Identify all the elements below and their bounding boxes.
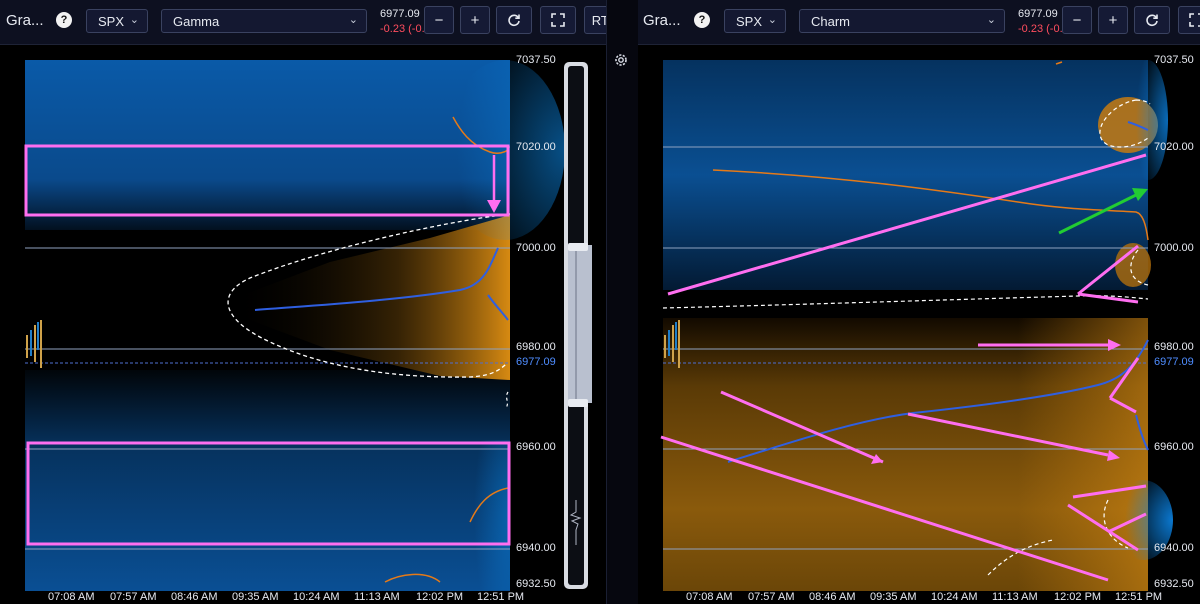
chart-toolbar: Gra... ? SPX ⌄ Gamma ⌄ 6977.09 -0.23 (-0… <box>0 0 606 45</box>
y-tick-label: 7037.50 <box>516 54 556 66</box>
x-tick-label: 09:35 AM <box>870 591 917 603</box>
y-tick-label: 6980.00 <box>1154 341 1194 353</box>
x-tick-label: 12:02 PM <box>416 591 464 603</box>
chart-title: Gra... <box>643 12 681 29</box>
refresh-button[interactable] <box>1134 6 1170 34</box>
current-price-label: 6977.09 <box>1154 356 1194 368</box>
price-change: -0.23 (-0.0 <box>1018 23 1062 35</box>
panel-divider <box>606 0 639 604</box>
zoom-out-button[interactable]: − <box>424 6 454 34</box>
x-tick-label: 07:57 AM <box>748 591 795 603</box>
price-display: 6977.09 -0.23 (-0.0 <box>380 8 424 36</box>
chart-title: Gra... <box>6 12 44 29</box>
symbol-value: SPX <box>98 14 125 29</box>
x-tick-label: 08:46 AM <box>171 591 218 603</box>
help-icon[interactable]: ? <box>56 12 72 28</box>
price-range-scrollbar[interactable] <box>560 60 592 591</box>
y-tick-label: 6980.00 <box>516 341 556 353</box>
scrollbar-handle-top[interactable] <box>568 243 588 251</box>
x-tick-label: 07:08 AM <box>686 591 733 603</box>
x-tick-label: 12:51 PM <box>477 591 525 603</box>
y-tick-label: 6940.00 <box>516 542 556 554</box>
help-icon[interactable]: ? <box>694 12 710 28</box>
refresh-icon <box>1146 14 1158 27</box>
x-tick-label: 10:24 AM <box>293 591 340 603</box>
zoom-out-button[interactable]: − <box>1062 6 1092 34</box>
y-tick-label: 7020.00 <box>1154 141 1194 153</box>
fullscreen-icon <box>551 13 565 27</box>
metric-value: Gamma <box>173 14 220 29</box>
y-tick-label: 7000.00 <box>516 242 556 254</box>
zoom-in-button[interactable]: + <box>1098 6 1128 34</box>
symbol-value: SPX <box>736 14 763 29</box>
x-tick-label: 11:13 AM <box>992 591 1038 603</box>
y-tick-label: 7000.00 <box>1154 242 1194 254</box>
x-tick-label: 11:13 AM <box>354 591 400 603</box>
last-price: 6977.09 <box>380 8 420 20</box>
charm-heatmap[interactable] <box>638 44 1200 604</box>
gear-icon[interactable] <box>613 52 629 68</box>
chevron-down-icon: ⌄ <box>129 14 139 26</box>
x-tick-label: 10:24 AM <box>931 591 978 603</box>
x-tick-label: 07:57 AM <box>110 591 157 603</box>
price-change: -0.23 (-0.0 <box>380 23 424 35</box>
metric-select[interactable]: Charm ⌄ <box>799 9 1005 33</box>
y-tick-label: 6940.00 <box>1154 542 1194 554</box>
y-tick-label: 6932.50 <box>516 578 556 590</box>
y-tick-label: 6960.00 <box>516 441 556 453</box>
zoom-in-button[interactable]: + <box>460 6 490 34</box>
chart-toolbar: Gra... ? SPX ⌄ Charm ⌄ 6977.09 -0.23 (-0… <box>638 0 1200 45</box>
y-tick-label: 6960.00 <box>1154 441 1194 453</box>
rth-button[interactable]: RTH <box>584 6 606 34</box>
x-tick-label: 08:46 AM <box>809 591 856 603</box>
symbol-select[interactable]: SPX ⌄ <box>86 9 148 33</box>
metric-value: Charm <box>811 14 851 29</box>
scrollbar-thumb[interactable] <box>568 245 592 403</box>
gamma-heatmap[interactable] <box>0 44 606 604</box>
chevron-down-icon: ⌄ <box>986 14 996 26</box>
refresh-button[interactable] <box>496 6 532 34</box>
chevron-down-icon: ⌄ <box>767 14 777 26</box>
charm-chart-panel: Gra... ? SPX ⌄ Charm ⌄ 6977.09 -0.23 (-0… <box>638 0 1200 604</box>
fullscreen-button[interactable] <box>540 6 576 34</box>
scrollbar-handle-bottom[interactable] <box>568 399 588 407</box>
current-price-label: 6977.09 <box>516 356 556 368</box>
price-display: 6977.09 -0.23 (-0.0 <box>1018 8 1062 36</box>
x-tick-label: 12:02 PM <box>1054 591 1102 603</box>
x-tick-label: 12:51 PM <box>1115 591 1163 603</box>
metric-select[interactable]: Gamma ⌄ <box>161 9 367 33</box>
y-tick-label: 7020.00 <box>516 141 556 153</box>
gamma-chart-panel: Gra... ? SPX ⌄ Gamma ⌄ 6977.09 -0.23 (-0… <box>0 0 606 604</box>
x-tick-label: 09:35 AM <box>232 591 279 603</box>
symbol-select[interactable]: SPX ⌄ <box>724 9 786 33</box>
refresh-icon <box>508 14 520 27</box>
last-price: 6977.09 <box>1018 8 1058 20</box>
y-tick-label: 6932.50 <box>1154 578 1194 590</box>
x-tick-label: 07:08 AM <box>48 591 95 603</box>
y-tick-label: 7037.50 <box>1154 54 1194 66</box>
fullscreen-button[interactable] <box>1178 6 1200 34</box>
fullscreen-icon <box>1189 13 1200 27</box>
chevron-down-icon: ⌄ <box>348 14 358 26</box>
